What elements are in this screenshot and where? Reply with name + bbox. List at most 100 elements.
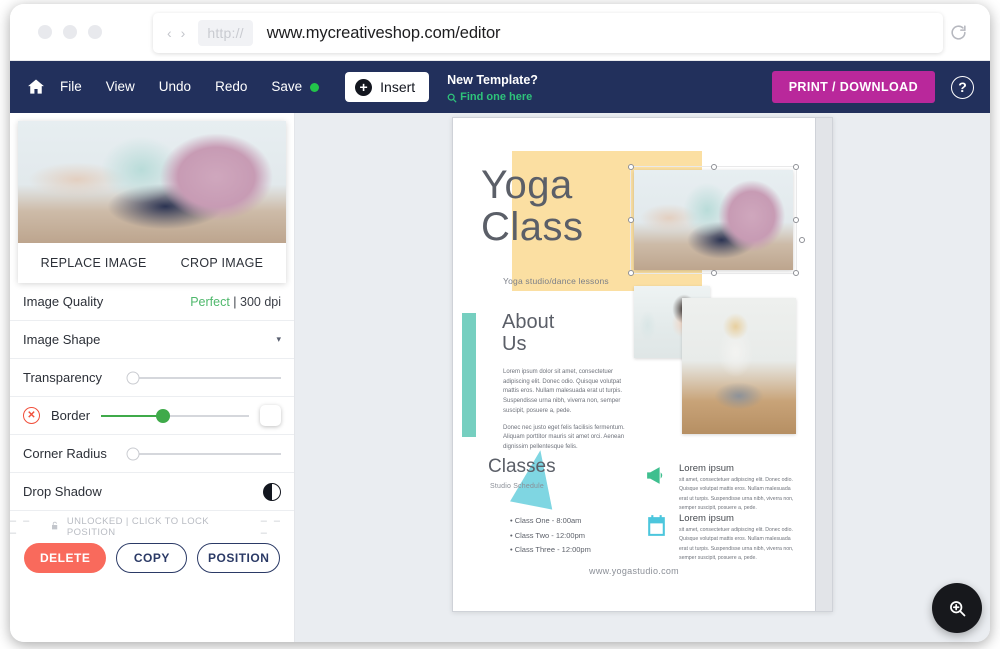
copy-button[interactable]: COPY	[116, 543, 188, 573]
url-text[interactable]: www.mycreativeshop.com/editor	[267, 24, 501, 43]
feature-title: Lorem ipsum	[679, 513, 734, 524]
selected-image-thumbnail[interactable]	[18, 121, 286, 243]
feature-block[interactable]: Lorem ipsum sit amet, consectetuer adipi…	[644, 463, 794, 513]
flyer-website-url[interactable]: www.yogastudio.com	[453, 566, 815, 576]
about-heading-line2: Us	[502, 333, 527, 355]
menu-view[interactable]: View	[94, 61, 147, 113]
chevron-down-icon[interactable]: ▾	[276, 334, 281, 345]
transparency-slider-track[interactable]	[126, 371, 281, 384]
rotate-handle[interactable]	[799, 236, 805, 243]
resize-handle-se[interactable]	[793, 270, 799, 276]
class-schedule-list[interactable]: • Class One - 8:00am • Class Two - 12:00…	[510, 514, 591, 558]
about-body[interactable]: Lorem ipsum dolor sit amet, consectetuer…	[503, 368, 630, 453]
page-scrollbar[interactable]	[815, 118, 832, 611]
image-quality-value: Perfect | 300 dpi	[190, 295, 281, 309]
hero-image[interactable]	[634, 170, 793, 270]
image-properties-panel: REPLACE IMAGE CROP IMAGE Image Quality P…	[10, 113, 295, 642]
canvas-area[interactable]: Yoga Class Yoga studio/dance lessons Abo…	[295, 113, 990, 642]
menu-redo[interactable]: Redo	[203, 61, 259, 113]
image-quality-status: Perfect	[190, 294, 230, 309]
border-slider[interactable]	[101, 405, 281, 426]
help-icon[interactable]: ?	[951, 75, 974, 99]
workspace: REPLACE IMAGE CROP IMAGE Image Quality P…	[10, 113, 990, 642]
drop-shadow-toggle-icon[interactable]	[263, 482, 281, 501]
design-page[interactable]: Yoga Class Yoga studio/dance lessons Abo…	[452, 117, 833, 612]
class-list-item: • Class Three - 12:00pm	[510, 545, 591, 555]
insert-button[interactable]: + Insert	[345, 72, 430, 102]
corner-radius-slider-knob[interactable]	[126, 447, 140, 460]
teal-accent-bar[interactable]	[462, 313, 476, 437]
row-border: ✕ Border	[10, 397, 294, 435]
flyer-title-line2: Class	[481, 205, 584, 250]
feature-text-wrap: Lorem ipsum sit amet, consectetuer adipi…	[679, 513, 794, 563]
maximize-window-button[interactable]	[88, 25, 102, 39]
about-heading[interactable]: About Us	[502, 311, 554, 355]
browser-window: ‹ › http:// www.mycreativeshop.com/edito…	[10, 4, 990, 642]
menu-undo[interactable]: Undo	[147, 61, 203, 113]
nav-arrows: ‹ ›	[167, 26, 185, 40]
delete-button[interactable]: DELETE	[24, 543, 107, 573]
image-quality-label: Image Quality	[23, 294, 104, 309]
resize-handle-s[interactable]	[710, 270, 717, 276]
flyer-subtitle[interactable]: Yoga studio/dance lessons	[503, 276, 609, 286]
minimize-window-button[interactable]	[63, 25, 77, 39]
feature-block[interactable]: Lorem ipsum sit amet, consectetuer adipi…	[644, 513, 794, 563]
window-traffic-lights	[38, 25, 102, 39]
row-image-quality: Image Quality Perfect | 300 dpi	[10, 283, 294, 321]
flyer-title-line1: Yoga	[481, 163, 573, 207]
home-icon[interactable]	[26, 77, 48, 97]
transparency-slider-knob[interactable]	[126, 371, 140, 384]
group-photo-large[interactable]	[682, 298, 796, 434]
corner-radius-slider-track[interactable]	[126, 447, 281, 460]
class-list-item: • Class One - 8:00am	[510, 516, 582, 525]
back-icon[interactable]: ‹	[167, 26, 172, 40]
border-slider-knob[interactable]	[156, 408, 171, 423]
new-template-title: New Template?	[447, 72, 538, 87]
border-label: Border	[51, 408, 91, 423]
corner-radius-slider[interactable]	[126, 447, 281, 460]
menu-save-label: Save	[271, 79, 303, 94]
calendar-icon	[644, 513, 669, 563]
crop-image-button[interactable]: CROP IMAGE	[181, 256, 264, 270]
insert-button-label: Insert	[380, 79, 416, 95]
url-scheme-chip: http://	[198, 20, 253, 46]
find-template-link[interactable]: Find one here	[447, 91, 538, 105]
resize-handle-e[interactable]	[793, 217, 799, 223]
border-slider-fill	[101, 414, 164, 417]
feature-text-wrap: Lorem ipsum sit amet, consectetuer adipi…	[679, 463, 794, 513]
address-bar[interactable]: ‹ › http:// www.mycreativeshop.com/edito…	[153, 13, 943, 53]
lockbar-dashes-left: – – –	[10, 515, 32, 539]
selected-image-card: REPLACE IMAGE CROP IMAGE	[18, 121, 286, 283]
replace-image-button[interactable]: REPLACE IMAGE	[41, 256, 147, 270]
row-corner-radius: Corner Radius	[10, 435, 294, 473]
panel-action-buttons: DELETE COPY POSITION	[10, 543, 294, 573]
border-slider-track[interactable]	[101, 408, 249, 423]
hero-photo	[634, 170, 793, 270]
classes-subheading[interactable]: Studio Schedule	[490, 483, 544, 490]
close-window-button[interactable]	[38, 25, 52, 39]
print-download-button[interactable]: PRINT / DOWNLOAD	[771, 71, 935, 103]
about-paragraph-1: Lorem ipsum dolor sit amet, consectetuer…	[503, 369, 623, 414]
reload-icon[interactable]	[949, 23, 968, 42]
transparency-slider[interactable]	[126, 371, 281, 384]
border-color-swatch[interactable]	[260, 405, 281, 426]
find-template-link-label: Find one here	[460, 90, 533, 103]
no-color-icon[interactable]: ✕	[23, 407, 40, 424]
row-image-shape[interactable]: Image Shape ▾	[10, 321, 294, 359]
resize-handle-ne[interactable]	[793, 164, 799, 170]
menu-save[interactable]: Save	[259, 61, 331, 113]
app-root: ‹ › http:// www.mycreativeshop.com/edito…	[0, 0, 1000, 649]
position-button[interactable]: POSITION	[197, 543, 280, 573]
flyer-title[interactable]: Yoga Class	[481, 164, 584, 249]
new-template-block[interactable]: New Template? Find one here	[447, 70, 538, 105]
lock-position-label: UNLOCKED | CLICK TO LOCK POSITION	[66, 516, 210, 538]
lock-position-bar[interactable]: – – – UNLOCKED | CLICK TO LOCK POSITION …	[10, 511, 294, 543]
about-heading-line1: About	[502, 311, 555, 333]
feature-body: sit amet, consectetuer adipiscing elit. …	[679, 477, 794, 512]
group-photo-large-image	[682, 298, 796, 434]
lockbar-dashes-right: – – –	[260, 515, 283, 539]
forward-icon[interactable]: ›	[181, 26, 186, 40]
menu-file[interactable]: File	[48, 61, 94, 113]
zoom-in-icon[interactable]	[932, 583, 982, 633]
classes-heading[interactable]: Classes	[488, 456, 556, 478]
